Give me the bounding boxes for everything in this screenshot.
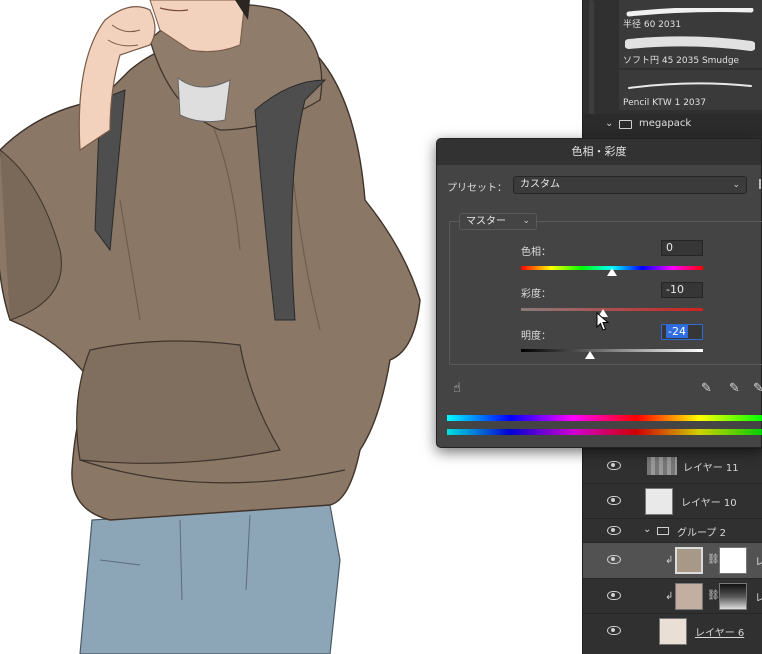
visibility-eye-icon[interactable] [607,526,621,535]
lightness-value: -24 [666,325,688,338]
eyedropper-minus-icon[interactable]: ✎ [753,381,762,396]
hue-input[interactable]: 0 [661,240,703,256]
chevron-down-icon: ⌄ [522,216,530,226]
hue-value: 0 [666,241,673,254]
preset-select[interactable]: カスタム ⌄ [513,176,747,194]
layer-row[interactable]: レイヤー 10 [583,483,762,518]
visibility-eye-icon[interactable] [607,591,621,600]
adjustment-group [449,221,762,365]
brush-label: ソフト円 45 2035 Smudge [623,56,740,66]
visibility-eye-icon[interactable] [607,496,621,505]
folder-label: megapack [639,118,692,129]
brush-preset-2[interactable]: ソフト円 45 2035 Smudge [619,28,762,68]
dialog-title[interactable]: 色相・彩度 [437,139,761,165]
saturation-label: 彩度： [521,289,551,300]
lightness-slider-handle[interactable] [585,351,596,359]
folder-icon [657,527,669,535]
layer-thumbnail [645,488,673,515]
chevron-down-icon[interactable]: ⌄ [605,118,613,129]
layer-thumbnail [647,457,677,475]
clipping-arrow-icon: ↲ [665,591,674,602]
eyedropper-icon[interactable]: ✎ [701,381,712,396]
hue-slider-handle[interactable] [607,268,617,276]
layer-group-row[interactable]: ⌄ グループ 2 [583,518,762,542]
hue-saturation-dialog: 色相・彩度 プリセット： カスタム ⌄ マスター ⌄ 色相： 0 彩度： -10… [436,138,762,448]
eyedropper-plus-icon[interactable]: ✎ [729,381,740,396]
input-spectrum-bar [447,415,762,421]
preset-value: カスタム [520,179,560,190]
layer-thumbnail [675,547,703,574]
visibility-eye-icon[interactable] [607,461,621,470]
lightness-slider-track[interactable] [521,349,703,352]
folder-icon [619,120,632,129]
layer-mask-thumbnail[interactable] [719,583,747,610]
hand-target-icon[interactable]: ☝ [453,381,461,396]
layer-name: レイヤー 11 [683,463,739,474]
visibility-eye-icon[interactable] [607,555,621,564]
group-name: グループ 2 [677,528,726,539]
clipping-arrow-icon: ↲ [665,555,674,566]
lightness-input[interactable]: -24 [661,324,703,340]
lightness-label: 明度： [521,331,551,342]
layer-mask-thumbnail[interactable] [719,547,747,574]
channel-value: マスター [466,216,506,227]
visibility-eye-icon[interactable] [607,626,621,635]
brush-preset-3[interactable]: Pencil KTW 1 2037 [619,70,762,110]
link-chain-icon[interactable]: ⛓ [707,590,720,601]
output-spectrum-bar [447,429,762,435]
layer-name: レ [755,557,762,568]
chevron-down-icon: ⌄ [732,180,740,190]
layer-name: レイヤー 10 [681,498,737,509]
brush-label: Pencil KTW 1 2037 [623,98,707,108]
saturation-input[interactable]: -10 [661,282,703,298]
brush-stroke-preview [625,36,755,51]
saturation-value: -10 [666,283,684,296]
layer-name: レイヤー 6 [695,628,745,639]
layer-name: レ [755,593,762,604]
layer-thumbnail [675,583,703,610]
link-chain-icon[interactable]: ⛓ [707,554,720,565]
chevron-down-icon[interactable]: ⌄ [643,524,651,535]
hue-label: 色相： [521,247,551,258]
brush-stroke-preview [628,82,752,89]
saturation-slider-track[interactable] [521,308,703,311]
layer-row-selected[interactable]: ↲ ⛓ レ [583,542,762,578]
mouse-pointer-icon [596,312,610,331]
layer-row[interactable]: ↲ ⛓ レ [583,578,762,613]
layer-thumbnail [659,618,687,645]
layer-row[interactable]: レイヤー 11 [583,448,762,483]
preset-label: プリセット： [447,183,507,194]
channel-select[interactable]: マスター ⌄ [459,213,537,230]
brush-folder-megapack[interactable]: ⌄ megapack [583,114,762,136]
layer-row[interactable]: レイヤー 6 [583,613,762,654]
brush-scrollbar[interactable] [589,0,594,120]
